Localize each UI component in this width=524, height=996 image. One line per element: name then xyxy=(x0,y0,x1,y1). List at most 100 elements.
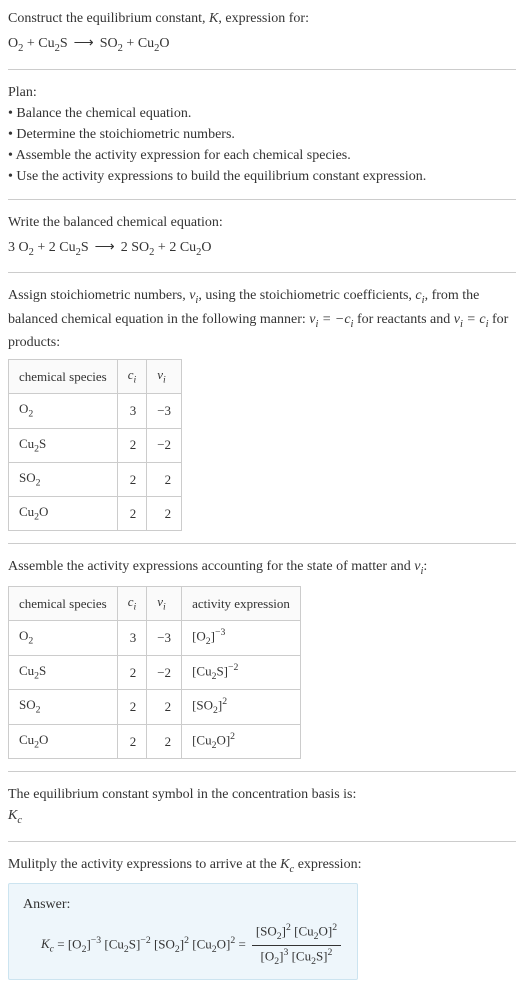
multiply-text: Mulitply the activity expressions to arr… xyxy=(8,857,280,872)
table-row: Cu2O 2 2 [Cu2O]2 xyxy=(9,724,301,759)
cell-ni: 2 xyxy=(147,690,182,725)
prompt-line: Construct the equilibrium constant, K, e… xyxy=(8,8,516,29)
plan-bullet: • Balance the chemical equation. xyxy=(8,103,516,124)
kc-symbol: Kc xyxy=(280,857,294,872)
cell-species: SO2 xyxy=(9,462,118,496)
plus: + xyxy=(123,36,138,51)
cell-ni: 2 xyxy=(147,462,182,496)
col-ni: νi xyxy=(147,586,182,620)
coeff: 2 xyxy=(169,240,180,255)
plan-bullet: • Determine the stoichiometric numbers. xyxy=(8,124,516,145)
table-row: Cu2S 2 −2 [Cu2S]−2 xyxy=(9,655,301,690)
plus: + xyxy=(154,240,169,255)
col-species: chemical species xyxy=(9,586,118,620)
table-row: Cu2S 2 −2 xyxy=(9,428,182,462)
divider xyxy=(8,69,516,70)
cell-ci: 2 xyxy=(117,655,147,690)
divider xyxy=(8,771,516,772)
balanced-heading: Write the balanced chemical equation: xyxy=(8,212,516,233)
cell-ni: 2 xyxy=(147,724,182,759)
fraction-denominator: [O2]3 [Cu2S]2 xyxy=(252,946,341,970)
plan-heading: Plan: xyxy=(8,82,516,103)
cell-species: O2 xyxy=(9,394,118,428)
cell-species: Cu2S xyxy=(9,655,118,690)
balanced-equation: 3 O2 + 2 Cu2S⟶2 SO2 + 2 Cu2O xyxy=(8,237,516,261)
cell-ci: 2 xyxy=(117,462,147,496)
k-symbol: K xyxy=(209,11,218,26)
assemble-text: : xyxy=(423,559,427,574)
divider xyxy=(8,841,516,842)
cell-ni: −2 xyxy=(147,428,182,462)
table-header-row: chemical species ci νi xyxy=(9,360,182,394)
coeff: 2 xyxy=(49,240,60,255)
cell-ci: 2 xyxy=(117,724,147,759)
table-header-row: chemical species ci νi activity expressi… xyxy=(9,586,301,620)
plan-bullet: • Use the activity expressions to build … xyxy=(8,166,516,187)
activity-table: chemical species ci νi activity expressi… xyxy=(8,586,301,759)
unbalanced-equation: O2 + Cu2S⟶SO2 + Cu2O xyxy=(8,33,516,57)
multiply-section: Mulitply the activity expressions to arr… xyxy=(8,854,516,981)
cell-species: SO2 xyxy=(9,690,118,725)
plus: + xyxy=(23,36,38,51)
cell-ni: −3 xyxy=(147,621,182,656)
kc-lhs: Kc = [O2]−3 [Cu2S]−2 [SO2]2 [Cu2O]2 = xyxy=(41,934,246,958)
cell-ci: 2 xyxy=(117,497,147,531)
table-row: SO2 2 2 xyxy=(9,462,182,496)
assign-text: for reactants and xyxy=(353,312,453,327)
cell-activity: [O2]−3 xyxy=(182,621,301,656)
coeff: 2 xyxy=(121,240,132,255)
nu-i: νi xyxy=(189,288,198,303)
species-so2: SO2 xyxy=(131,240,154,255)
cell-activity: [Cu2S]−2 xyxy=(182,655,301,690)
col-activity: activity expression xyxy=(182,586,301,620)
eq-product: νi = ci xyxy=(454,312,489,327)
ksymbol-section: The equilibrium constant symbol in the c… xyxy=(8,784,516,829)
kc-symbol: Kc xyxy=(8,805,516,829)
fraction-numerator: [SO2]2 [Cu2O]2 xyxy=(252,921,341,946)
plan-bullet: • Assemble the activity expression for e… xyxy=(8,145,516,166)
col-species: chemical species xyxy=(9,360,118,394)
cell-species: Cu2O xyxy=(9,724,118,759)
cell-ni: 2 xyxy=(147,497,182,531)
table-row: Cu2O 2 2 xyxy=(9,497,182,531)
assign-text: Assign stoichiometric numbers, xyxy=(8,288,189,303)
assign-section: Assign stoichiometric numbers, νi, using… xyxy=(8,285,516,531)
product-cu2o: Cu2O xyxy=(138,36,170,51)
table-row: O2 3 −3 xyxy=(9,394,182,428)
assemble-text: Assemble the activity expressions accoun… xyxy=(8,559,414,574)
cell-ci: 2 xyxy=(117,690,147,725)
cell-ci: 3 xyxy=(117,621,147,656)
species-o2: O2 xyxy=(19,240,34,255)
col-ni: νi xyxy=(147,360,182,394)
col-ci: ci xyxy=(117,586,147,620)
product-so2: SO2 xyxy=(100,36,123,51)
species-cu2s: Cu2S xyxy=(59,240,88,255)
cell-ci: 2 xyxy=(117,428,147,462)
cell-activity: [Cu2O]2 xyxy=(182,724,301,759)
answer-box: Answer: Kc = [O2]−3 [Cu2S]−2 [SO2]2 [Cu2… xyxy=(8,883,358,980)
eq-reactant: νi = −ci xyxy=(309,312,353,327)
plan-section: Plan: • Balance the chemical equation. •… xyxy=(8,82,516,187)
table-row: SO2 2 2 [SO2]2 xyxy=(9,690,301,725)
cell-species: Cu2S xyxy=(9,428,118,462)
kc-fraction: [SO2]2 [Cu2O]2 [O2]3 [Cu2S]2 xyxy=(252,921,341,969)
assemble-section: Assemble the activity expressions accoun… xyxy=(8,556,516,759)
stoich-table: chemical species ci νi O2 3 −3 Cu2S 2 −2… xyxy=(8,359,182,531)
cell-activity: [SO2]2 xyxy=(182,690,301,725)
cell-species: Cu2O xyxy=(9,497,118,531)
prompt-section: Construct the equilibrium constant, K, e… xyxy=(8,8,516,57)
divider xyxy=(8,543,516,544)
assign-text: , using the stoichiometric coefficients, xyxy=(198,288,415,303)
prompt-text-a: Construct the equilibrium constant, xyxy=(8,11,209,26)
divider xyxy=(8,272,516,273)
divider xyxy=(8,199,516,200)
species-cu2o: Cu2O xyxy=(180,240,212,255)
arrow-icon: ⟶ xyxy=(74,36,94,51)
coeff: 3 xyxy=(8,240,19,255)
plus: + xyxy=(34,240,49,255)
cell-ci: 3 xyxy=(117,394,147,428)
answer-label: Answer: xyxy=(23,894,343,915)
prompt-text-b: , expression for: xyxy=(218,11,309,26)
c-i: ci xyxy=(415,288,424,303)
ksymbol-text: The equilibrium constant symbol in the c… xyxy=(8,784,516,805)
